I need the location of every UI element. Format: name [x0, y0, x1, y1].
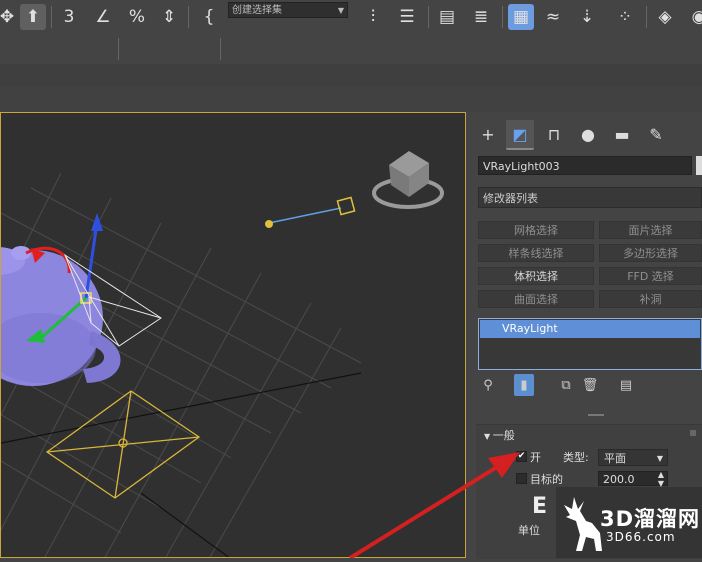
- selected-light-plane[interactable]: [45, 390, 201, 499]
- modifier-button-spline-select[interactable]: 样条线选择: [478, 244, 594, 262]
- chevron-down-icon: ▼: [337, 6, 344, 15]
- modifier-button-poly-select[interactable]: 多边形选择: [599, 244, 702, 262]
- modifier-button-ffd-select[interactable]: FFD 选择: [599, 267, 702, 285]
- modifier-button-patch-select[interactable]: 面片选择: [599, 221, 702, 239]
- modifier-button-mesh-select[interactable]: 网格选择: [478, 221, 594, 239]
- targeted-label: 目标的: [530, 473, 563, 486]
- toolbar-divider: [220, 38, 221, 60]
- render-setup-icon[interactable]: ◉: [686, 4, 702, 30]
- modifier-list-dropdown[interactable]: 修改器列表: [478, 187, 702, 208]
- target-distance-spinner[interactable]: 200.0 ▲ ▼: [598, 470, 668, 488]
- selection-set-value: 创建选择集: [232, 5, 282, 16]
- watermark-title: 3D溜溜网: [600, 507, 701, 531]
- grid-axis-line: [1, 372, 362, 444]
- object-name-field[interactable]: VRayLight003: [478, 156, 692, 175]
- light-type-dropdown[interactable]: 平面 ▼: [598, 449, 668, 466]
- watermark-url: 3D66.com: [606, 530, 676, 544]
- main-toolbar: ✥ ⬆ 3 ∠ % ⇕ { 创建选择集 ▼ ⫶ ☰ ▤ ≣ ▦ ≈ ⇣ ⁘ ◈ …: [0, 0, 702, 35]
- type-label: 类型:: [563, 451, 589, 464]
- view-cube[interactable]: [372, 151, 444, 209]
- align-icon[interactable]: ☰: [394, 4, 420, 30]
- display-tab-icon[interactable]: ▬: [608, 120, 636, 148]
- chevron-down-icon: ▼: [656, 454, 663, 463]
- modifier-stack[interactable]: VRayLight: [478, 318, 702, 370]
- annotation-arrow: [348, 452, 520, 558]
- hierarchy-tab-icon[interactable]: ⊓: [540, 120, 568, 148]
- spinner-snap-icon[interactable]: ⇕: [156, 4, 182, 30]
- modifier-list-label: 修改器列表: [483, 192, 538, 205]
- toolbar-divider: [118, 38, 119, 60]
- toolbar-divider: [502, 6, 503, 28]
- modifier-button-vol-select[interactable]: 体积选择: [478, 267, 594, 285]
- panel-splitter[interactable]: [588, 414, 604, 416]
- utilities-tab-icon[interactable]: ✎: [642, 120, 670, 148]
- named-selection-icon[interactable]: {: [196, 4, 222, 30]
- snap-3d-icon[interactable]: 3: [56, 4, 82, 30]
- angle-snap-icon[interactable]: ∠: [90, 4, 116, 30]
- rollout-scroll-handle[interactable]: [690, 430, 696, 436]
- on-label: 开: [530, 451, 541, 464]
- ribbon-icon[interactable]: ▦: [508, 4, 534, 30]
- scene-explorer-icon[interactable]: ▤: [434, 4, 460, 30]
- light-target[interactable]: [265, 196, 356, 228]
- show-end-result-icon[interactable]: ▮: [514, 374, 534, 396]
- layer-explorer-icon[interactable]: ≣: [468, 4, 494, 30]
- modify-tab-icon[interactable]: ◩: [506, 120, 534, 150]
- dope-sheet-icon[interactable]: ⇣: [574, 4, 600, 30]
- toolbar-divider: [428, 6, 429, 28]
- grid-axis-line: [140, 492, 230, 557]
- target-distance-value: 200.0: [603, 473, 635, 486]
- schematic-view-icon[interactable]: ⁘: [612, 4, 638, 30]
- light-type-value: 平面: [604, 452, 626, 465]
- toolbar-divider: [646, 6, 647, 28]
- percent-snap-icon[interactable]: %: [124, 4, 150, 30]
- toolbar-divider: [51, 6, 52, 28]
- motion-tab-icon[interactable]: ●: [574, 120, 602, 148]
- selection-set-dropdown[interactable]: 创建选择集 ▼: [228, 2, 348, 18]
- make-unique-icon[interactable]: ⧉: [556, 374, 576, 396]
- units-partial-glyph: E: [532, 494, 548, 519]
- select-object-icon[interactable]: ⬆: [20, 4, 46, 30]
- mirror-icon[interactable]: ⫶: [360, 4, 386, 30]
- material-editor-icon[interactable]: ◈: [652, 4, 678, 30]
- stack-item-vraylight[interactable]: VRayLight: [480, 320, 700, 338]
- remove-modifier-icon[interactable]: 🗑: [580, 374, 600, 396]
- pin-stack-icon[interactable]: ⚲: [478, 374, 498, 396]
- create-tab-icon[interactable]: +: [474, 120, 502, 148]
- move-icon[interactable]: ✥: [0, 4, 20, 30]
- modifier-button-surface-select[interactable]: 曲面选择: [478, 290, 594, 308]
- configure-sets-icon[interactable]: ▤: [616, 374, 636, 396]
- viewport-header-strip: [0, 86, 702, 112]
- toolbar-divider: [188, 6, 189, 28]
- object-color-swatch[interactable]: [696, 156, 702, 175]
- secondary-toolbar: ⁂ ❦ HF ❧ ● ● ▣ ▩ ▥ ?: [0, 34, 702, 91]
- spinner-arrows-icon: ▲ ▼: [657, 470, 664, 488]
- ribbon-strip: [0, 64, 702, 87]
- curve-editor-icon[interactable]: ≈: [540, 4, 566, 30]
- modifier-button-cap-holes[interactable]: 补洞: [599, 290, 702, 308]
